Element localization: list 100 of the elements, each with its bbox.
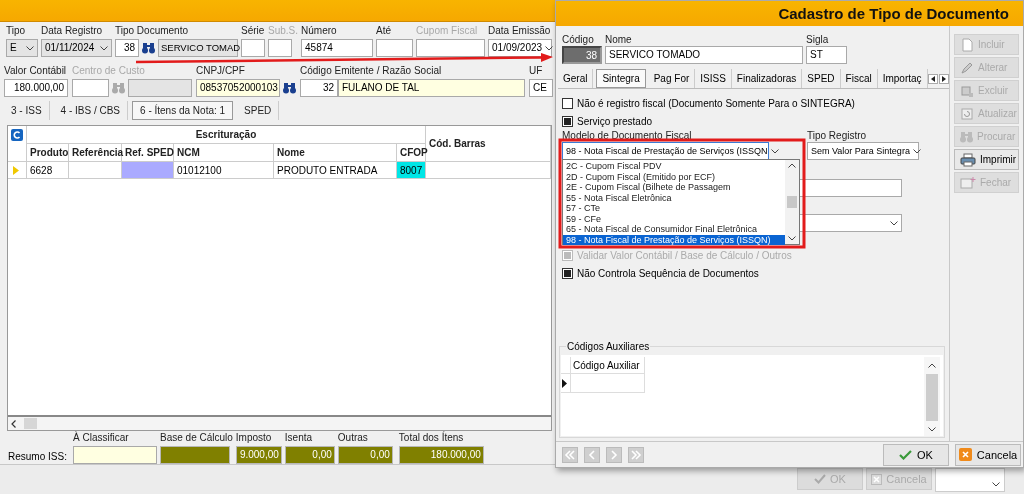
column-header: Nome xyxy=(274,144,397,162)
grid-menu-icon[interactable] xyxy=(11,129,23,141)
chevron-down-icon xyxy=(928,427,936,432)
column-group-header: Escrituração xyxy=(27,126,426,144)
binoculars-icon[interactable] xyxy=(283,82,296,94)
checkbox[interactable] xyxy=(562,97,573,109)
vertical-scrollbar[interactable] xyxy=(785,160,799,244)
text-field[interactable] xyxy=(376,39,414,57)
scroll-left-button[interactable] xyxy=(927,73,938,84)
field-label: Número xyxy=(301,25,338,37)
field-label: Sigla xyxy=(806,34,830,46)
text-field[interactable]: 180.000,00 xyxy=(4,79,68,97)
tab[interactable]: Geral xyxy=(558,69,594,88)
code-field[interactable]: 38 xyxy=(562,46,602,64)
tab[interactable]: Fiscal xyxy=(840,69,878,88)
summary-label: Resumo ISS: xyxy=(8,451,68,464)
list-option[interactable]: 2D - Cupom Fiscal (Emitido por ECF) xyxy=(563,171,785,182)
previous-record-button[interactable] xyxy=(584,446,600,463)
field-label: Valor Contábil xyxy=(4,65,68,77)
chevron-down-icon xyxy=(912,148,921,154)
checkbox[interactable] xyxy=(562,267,573,279)
total-field: 180.000,00 xyxy=(398,446,484,464)
scroll-right-button[interactable] xyxy=(938,73,949,84)
list-option[interactable]: 55 - Nota Fiscal Eletrônica xyxy=(563,192,785,203)
checkbox-label: Não é registro fiscal (Documento Somente Para o SINTEGRA) xyxy=(577,97,855,109)
chevron-down-icon xyxy=(545,45,554,51)
text-field[interactable]: 08537052000103 xyxy=(196,79,280,97)
dropdown-field[interactable]: 01/11/2024 xyxy=(41,39,112,57)
total-field[interactable] xyxy=(73,446,157,464)
tab[interactable]: 4 - IBS / CBS xyxy=(53,101,129,120)
checkbox-label: Não Controla Sequência de Documentos xyxy=(577,267,759,279)
dropdown-field[interactable] xyxy=(935,468,1005,492)
text-field[interactable] xyxy=(241,39,265,57)
list-option[interactable]: 65 - Nota Fiscal de Consumidor Final Eletrônica xyxy=(563,224,785,235)
first-record-button[interactable] xyxy=(562,446,578,463)
tab[interactable]: Sintegra xyxy=(596,69,646,88)
table-cell: 01012100 xyxy=(174,162,274,179)
binoculars-icon[interactable] xyxy=(142,42,155,54)
chevron-right-icon xyxy=(608,449,620,460)
close-icon xyxy=(958,448,972,461)
column-header: Código Auxiliar xyxy=(571,357,645,374)
field-label: Série xyxy=(241,25,265,37)
dropdown-field[interactable]: E xyxy=(6,39,38,57)
row-pointer-icon xyxy=(13,165,19,175)
list-option[interactable]: 59 - CFe xyxy=(563,213,785,224)
text-field[interactable]: ST xyxy=(806,46,847,64)
text-field[interactable]: CE xyxy=(529,79,553,97)
checkbox-label: Serviço prestado xyxy=(577,115,653,127)
tab[interactable]: 6 - Ítens da Nota: 1 xyxy=(132,101,234,120)
text-field[interactable]: SERVICO TOMADO xyxy=(605,46,803,64)
name-field[interactable]: FULANO DE TAL xyxy=(338,79,525,97)
table-cell: 6628 xyxy=(27,162,69,179)
list-option[interactable]: 2C - Cupom Fiscal PDV xyxy=(563,161,785,172)
vertical-scrollbar[interactable] xyxy=(924,357,940,436)
double-chevron-left-icon xyxy=(564,449,576,460)
field-label: Data Emissão xyxy=(488,25,552,37)
cancel-button[interactable]: Cancela xyxy=(955,443,1021,466)
tab[interactable]: ISISS xyxy=(695,69,732,88)
text-field[interactable]: 45874 xyxy=(301,39,374,57)
refresh-icon xyxy=(960,106,974,121)
code-field[interactable]: 32 xyxy=(300,79,338,97)
scroll-left-icon xyxy=(11,419,16,428)
list-option[interactable]: 2E - Cupom Fiscal (Bilhete de Passagem xyxy=(563,182,785,193)
window-icon xyxy=(960,175,976,190)
tab[interactable]: Pag For xyxy=(648,69,696,88)
scrollbar-thumb[interactable] xyxy=(24,418,37,429)
total-field: 0,00 xyxy=(284,446,335,464)
tab[interactable]: Importaç xyxy=(877,69,928,88)
binoculars-icon xyxy=(960,130,973,143)
total-field: 9.000,00 xyxy=(235,446,282,464)
tab[interactable]: Finalizadoras xyxy=(731,69,803,88)
list-option[interactable]: 57 - CTe xyxy=(563,203,785,214)
chevron-down-icon xyxy=(100,45,108,51)
chevron-up-icon xyxy=(788,163,796,168)
column-header: NCM xyxy=(174,144,274,162)
field-label: Tipo xyxy=(6,25,27,37)
scrollbar-thumb[interactable] xyxy=(926,374,938,421)
horizontal-scrollbar[interactable] xyxy=(8,415,551,430)
tab[interactable]: SPED xyxy=(802,69,841,88)
next-record-button[interactable] xyxy=(606,446,622,463)
ok-button[interactable]: OK xyxy=(883,443,949,466)
tab[interactable]: SPED xyxy=(237,101,280,120)
code-field[interactable]: 38 xyxy=(115,39,139,57)
dropdown-field[interactable]: Sem Valor Para Sintegra xyxy=(807,142,919,160)
dropdown-field[interactable]: 01/09/2023 xyxy=(488,39,553,57)
checkmark-icon xyxy=(814,474,827,484)
printer-icon xyxy=(960,152,976,167)
tab[interactable]: 3 - ISS xyxy=(4,101,50,120)
code-field[interactable] xyxy=(72,79,109,97)
scrollbar-thumb[interactable] xyxy=(787,196,797,208)
checkbox[interactable] xyxy=(562,115,573,127)
field-label: Código Emitente / Razão Social xyxy=(300,65,443,77)
last-record-button[interactable] xyxy=(628,446,644,463)
table-cell: 8007 xyxy=(397,162,426,179)
name-field[interactable]: SERVICO TOMAD xyxy=(158,39,238,57)
chevron-down-icon xyxy=(770,148,779,154)
field-label: Data Registro xyxy=(41,25,104,37)
toolbar-button[interactable]: Imprimir xyxy=(954,149,1019,170)
table-cell[interactable] xyxy=(571,374,645,393)
list-option[interactable]: 98 - Nota Fiscal de Prestação de Serviços (ISSQN) xyxy=(563,234,785,245)
